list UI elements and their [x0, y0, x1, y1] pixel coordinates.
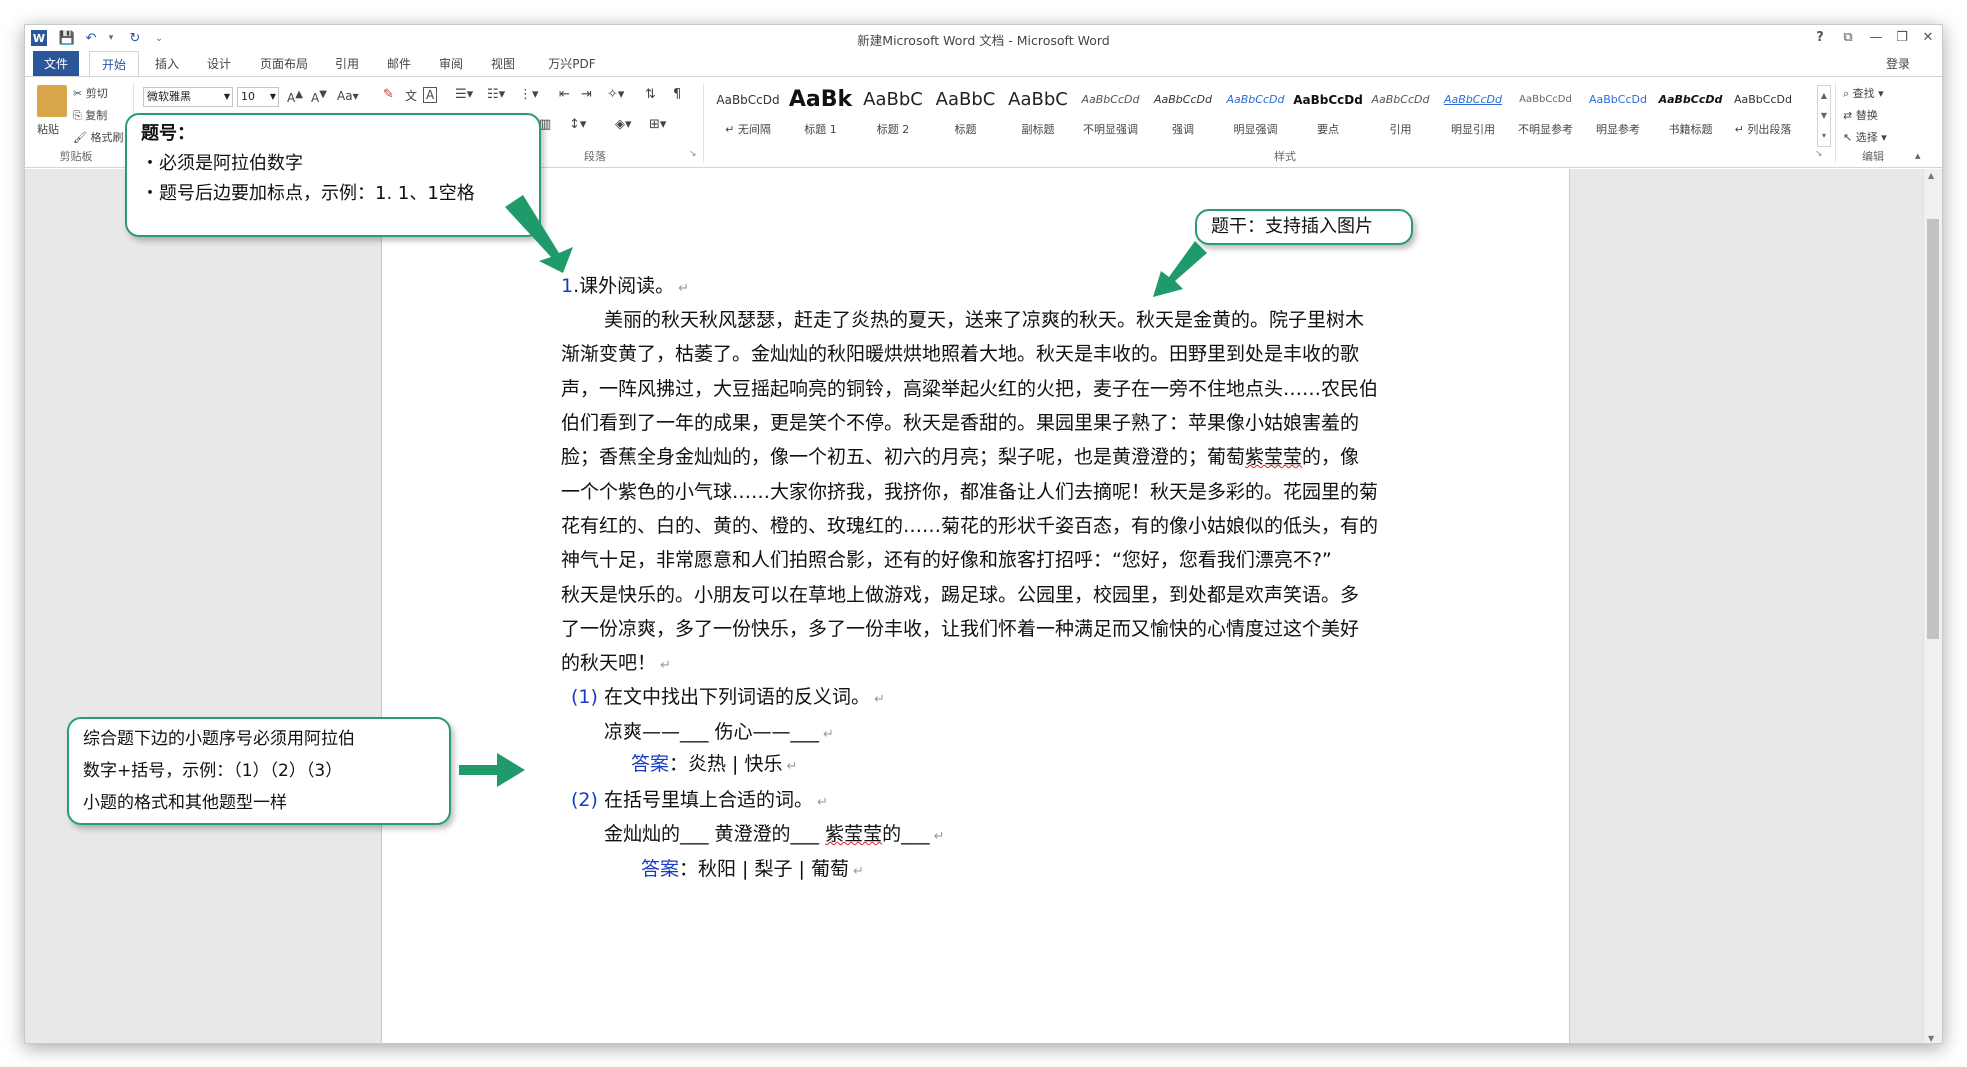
arrow-to-question-stem: [1153, 241, 1207, 297]
word-window: W 💾 ↶ ▾ ↻ ⌄ 新建Microsoft Word 文档 - Micros…: [24, 24, 1943, 1044]
arrow-to-question-number: [505, 195, 573, 273]
arrow-to-sub-question: [459, 753, 525, 787]
callout-arrows: [459, 195, 1207, 787]
